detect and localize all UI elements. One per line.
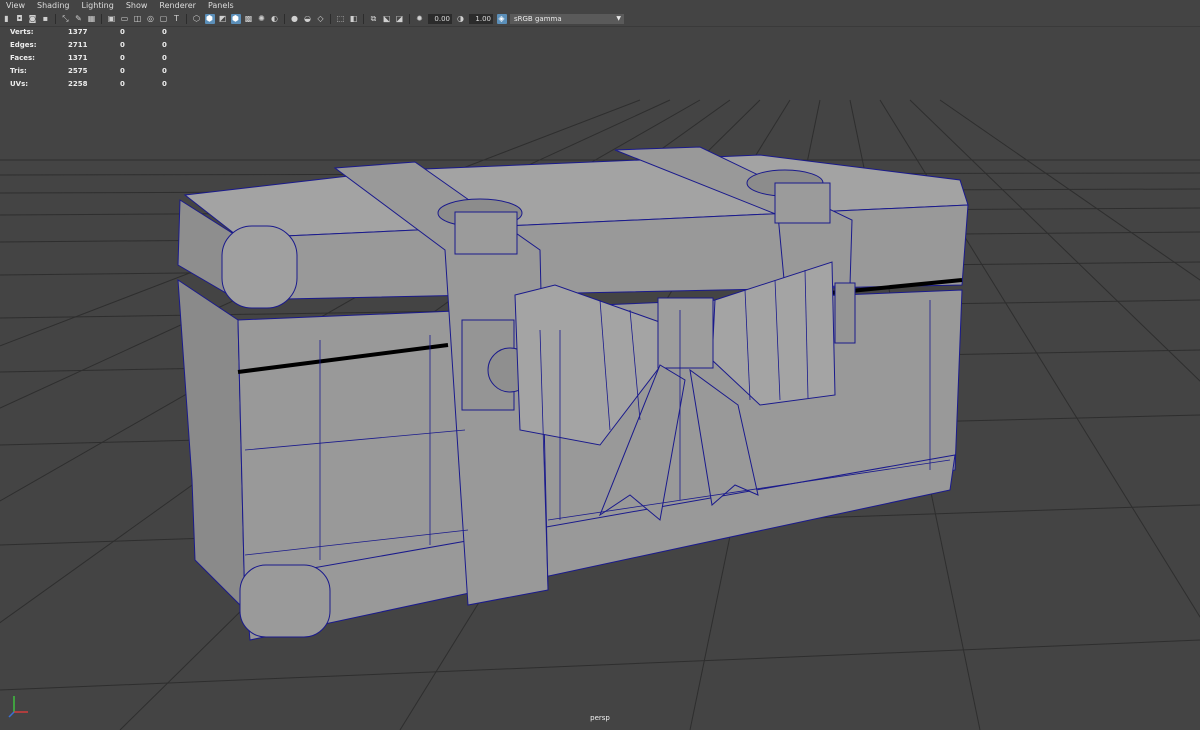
toolbar-divider [363,14,364,24]
panel-toolbar: ▮ ◘ ◙ ▪ ⤡ ✎ ▦ ▣ ▭ ◫ ◎ ▢ T ⬡ ⬢ ◩ ⬢ ▩ ✺ ◐ … [0,12,1200,27]
isolate-select-icon[interactable]: ⬚ [336,14,346,24]
view-transform-value: sRGB gamma [514,15,562,23]
select-camera-icon[interactable]: ▮ [2,14,12,24]
anti-aliasing-icon[interactable]: ◇ [316,14,326,24]
toolbar-divider [330,14,331,24]
exposure-icon[interactable]: ✹ [415,14,425,24]
scene-canvas [0,99,1200,730]
hud-row-uvs: UVs: 2258 0 0 [10,78,192,91]
2d-pan-zoom-icon[interactable]: ⤡ [61,14,71,24]
wireframe-icon[interactable]: ⬡ [192,14,202,24]
bookmarks-icon[interactable]: ◙ [28,14,38,24]
hud-value-selected: 0 [120,41,125,49]
textured-icon[interactable]: ▩ [244,14,254,24]
hud-value-object: 1371 [68,54,88,62]
lights-icon[interactable]: ✺ [257,14,267,24]
field-chart-icon[interactable]: ◎ [146,14,156,24]
hud-label: Verts: [10,28,34,36]
xray-icon[interactable]: ◧ [349,14,359,24]
motion-blur-icon[interactable]: ◒ [303,14,313,24]
hud-value-component: 0 [162,67,167,75]
hud-value-component: 0 [162,54,167,62]
shadows-icon[interactable]: ◐ [270,14,280,24]
film-gate-icon[interactable]: ▣ [107,14,117,24]
grease-pencil-icon[interactable]: ✎ [74,14,84,24]
xray-joints-icon[interactable]: ⧉ [369,14,379,24]
hud-value-selected: 0 [120,28,125,36]
backface-culling-icon[interactable]: ◪ [395,14,405,24]
default-material-icon[interactable]: ◩ [218,14,228,24]
safe-title-icon[interactable]: T [172,14,182,24]
chevron-down-icon: ▼ [616,15,621,22]
hud-value-object: 1377 [68,28,88,36]
hud-row-verts: Verts: 1377 0 0 [10,26,192,39]
hud-label: Tris: [10,67,27,75]
toolbar-divider [101,14,102,24]
toolbar-divider [186,14,187,24]
hud-label: UVs: [10,80,29,88]
safe-action-icon[interactable]: ▢ [159,14,169,24]
hud-label: Faces: [10,54,35,62]
resolution-gate-icon[interactable]: ▭ [120,14,130,24]
hud-row-faces: Faces: 1371 0 0 [10,52,192,65]
menu-lighting[interactable]: Lighting [75,0,119,12]
grid-icon[interactable]: ▦ [87,14,97,24]
toolbar-divider [55,14,56,24]
menu-renderer[interactable]: Renderer [153,0,202,12]
view-transform-select[interactable]: sRGB gamma ▼ [510,14,624,24]
hud-value-selected: 0 [120,67,125,75]
poly-count-hud: Verts: 1377 0 0 Edges: 2711 0 0 Faces: 1… [10,26,192,91]
panel-menu-bar: View Shading Lighting Show Renderer Pane… [0,0,1200,12]
hud-value-selected: 0 [120,80,125,88]
smooth-shade-icon[interactable]: ⬢ [204,14,215,24]
hud-label: Edges: [10,41,37,49]
toolbar-divider [284,14,285,24]
xray-active-components-icon[interactable]: ⬕ [382,14,392,24]
hud-value-selected: 0 [120,54,125,62]
hud-row-tris: Tris: 2575 0 0 [10,65,192,78]
gate-mask-icon[interactable]: ◫ [133,14,143,24]
camera-name-label: persp [590,714,610,722]
hud-value-object: 2258 [68,80,88,88]
menu-shading[interactable]: Shading [31,0,76,12]
menu-panels[interactable]: Panels [202,0,240,12]
gamma-field[interactable]: 1.00 [469,14,493,24]
menu-view[interactable]: View [0,0,31,12]
gamma-icon[interactable]: ◑ [456,14,466,24]
camera-attributes-icon[interactable]: ◘ [15,14,25,24]
perspective-viewport[interactable] [0,26,1200,730]
hud-value-object: 2575 [68,67,88,75]
ambient-occlusion-icon[interactable]: ● [290,14,300,24]
hud-value-component: 0 [162,41,167,49]
color-management-icon[interactable]: ◈ [496,14,507,24]
chest-model [177,146,969,641]
hud-row-edges: Edges: 2711 0 0 [10,39,192,52]
toolbar-divider [409,14,410,24]
hud-value-component: 0 [162,28,167,36]
hud-value-component: 0 [162,80,167,88]
menu-show[interactable]: Show [120,0,154,12]
wireframe-on-shaded-icon[interactable]: ⬢ [230,14,241,24]
image-plane-icon[interactable]: ▪ [41,14,51,24]
hud-value-object: 2711 [68,41,88,49]
exposure-field[interactable]: 0.00 [428,14,452,24]
